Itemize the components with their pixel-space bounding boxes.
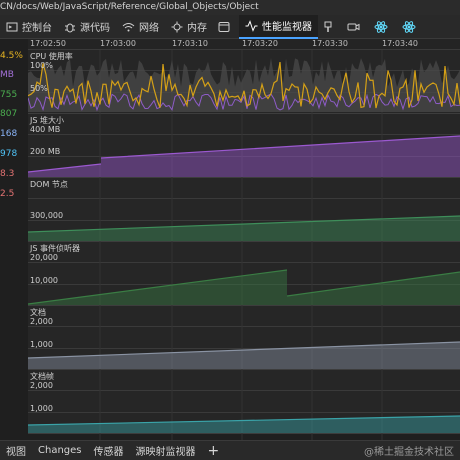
documents-axis-label: 1,000 — [30, 340, 53, 349]
style-recalcs-value[interactable]: 2.5 — [0, 189, 14, 199]
cpu-value[interactable]: 4.5% — [0, 51, 23, 61]
heap-axis-label: 400 MB — [30, 125, 61, 134]
tab-sources-label: 源代码 — [80, 23, 110, 34]
cpu-axis-label: 50% — [30, 84, 48, 93]
window-icon — [218, 21, 230, 32]
listeners-axis-label: 20,000 — [30, 253, 58, 262]
drawer-tab-sourcemap-monitor[interactable]: 源映射监视器 — [130, 443, 202, 458]
layouts-value[interactable]: 8.3 — [0, 169, 14, 179]
timeline-tick: 17:02:50 — [30, 39, 66, 48]
tab-performance-monitor-label: 性能监视器 — [262, 22, 312, 33]
brush-icon — [324, 21, 332, 32]
dom-panel-title: DOM 节点 — [30, 180, 68, 189]
react-icon — [402, 20, 416, 33]
documents-axis-label: 2,000 — [30, 317, 53, 326]
add-drawer-tab-button[interactable]: + — [202, 442, 226, 460]
listeners-value[interactable]: 807 — [0, 109, 17, 119]
timeline-tick: 17:03:30 — [312, 39, 348, 48]
wifi-icon — [122, 22, 135, 31]
tab-application[interactable] — [213, 15, 239, 39]
tab-recorder[interactable] — [342, 15, 369, 39]
timeline-tick: 17:03:10 — [172, 39, 208, 48]
tab-network[interactable]: 网络 — [116, 15, 165, 39]
tab-console[interactable]: 控制台 — [0, 15, 58, 39]
timeline-tick: 17:03:00 — [100, 39, 136, 48]
dom-value[interactable]: 755 — [0, 90, 17, 100]
drawer-tab-view[interactable]: 视图 — [0, 443, 32, 458]
frames-axis-label: 2,000 — [30, 381, 53, 390]
charts-canvas — [27, 50, 460, 440]
watermark: @稀土掘金技术社区 — [364, 447, 454, 458]
metric-values-column: 4.5% MB 755 807 168 978 8.3 2.5 — [0, 39, 28, 440]
frames-axis-label: 1,000 — [30, 404, 53, 413]
gear-icon — [171, 21, 183, 32]
timeline-tick: 17:03:20 — [242, 39, 278, 48]
documents-value[interactable]: 168 — [0, 129, 17, 139]
dom-axis-label: 300,000 — [30, 211, 64, 220]
tab-react-components[interactable] — [369, 15, 397, 39]
timeline-tick: 17:03:40 — [382, 39, 418, 48]
tab-memory-label: 内存 — [187, 23, 207, 34]
listeners-axis-label: 10,000 — [30, 276, 58, 285]
heap-axis-label: 200 MB — [30, 147, 61, 156]
timeline-ruler: 17:02:50 17:03:00 17:03:10 17:03:20 17:0… — [28, 39, 460, 50]
tab-console-label: 控制台 — [22, 23, 52, 34]
drawer-tab-changes[interactable]: Changes — [32, 445, 88, 456]
console-icon — [6, 22, 18, 31]
frames-value[interactable]: 978 — [0, 149, 17, 159]
cpu-axis-label: 100% — [30, 61, 53, 70]
react-icon — [374, 20, 388, 33]
heap-value[interactable]: MB — [0, 70, 14, 80]
video-icon — [347, 23, 360, 30]
drawer-tab-sensors[interactable]: 传感器 — [88, 443, 130, 458]
tab-performance-monitor[interactable]: 性能监视器 — [239, 14, 318, 39]
performance-charts: CPU 使用率 100% 50% JS 堆大小 400 MB 200 MB DO… — [27, 50, 460, 440]
tab-sources[interactable]: 源代码 — [58, 15, 116, 39]
devtools-tabbar: 控制台 源代码 网络 内存 性能监视器 — [0, 14, 460, 39]
pulse-icon — [245, 19, 258, 32]
tab-memory[interactable]: 内存 — [165, 15, 213, 39]
tab-rendering[interactable] — [318, 15, 342, 39]
url-bar: CN/docs/Web/JavaScript/Reference/Global_… — [0, 0, 460, 15]
bug-icon — [65, 23, 75, 32]
tab-network-label: 网络 — [139, 23, 159, 34]
tab-react-profiler[interactable] — [397, 15, 425, 39]
